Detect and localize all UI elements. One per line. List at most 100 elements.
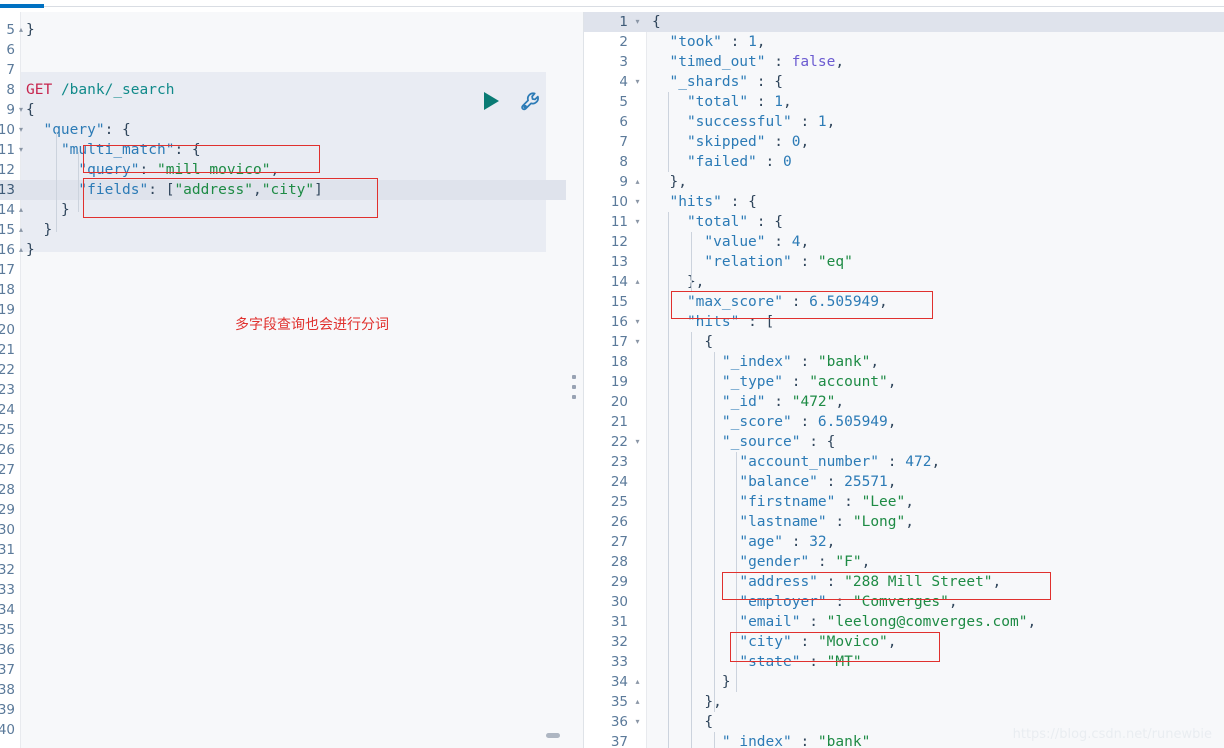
line-number: 10 ▾ <box>0 120 23 140</box>
code-line[interactable]: "fields": ["address","city"] <box>20 180 566 200</box>
code-line[interactable]: "address" : "288 Mill Street", <box>646 572 1224 592</box>
line-number: 8 <box>6 82 15 98</box>
code-line[interactable]: { <box>646 332 1224 352</box>
code-line[interactable]: "failed" : 0 <box>646 152 1224 172</box>
line-number: 23 <box>0 382 15 398</box>
line-number: 19 <box>610 374 628 390</box>
code-line[interactable]: "employer" : "Comverges", <box>646 592 1224 612</box>
code-line[interactable]: "multi_match": { <box>20 140 566 160</box>
response-pane[interactable]: 1 ▾ 2 3 4 ▾ 5 6 7 8 9 ▴ 10 ▾ 11 ▾ 12 13 14 ▴ 15 16 ▾ 17 ▾ 18 19 20 2… <box>584 12 1224 748</box>
fold-toggle-icon[interactable]: ▾ <box>632 432 643 452</box>
code-line[interactable]: { <box>646 12 1224 32</box>
code-line[interactable]: "age" : 32, <box>646 532 1224 552</box>
tab-active-indicator[interactable] <box>0 4 44 8</box>
code-line[interactable]: "_type" : "account", <box>646 372 1224 392</box>
pane-resize-handle[interactable] <box>572 375 578 407</box>
code-line[interactable]: "_index" : "bank", <box>646 352 1224 372</box>
fold-toggle-icon[interactable]: ▾ <box>632 72 643 92</box>
code-line[interactable]: "timed_out" : false, <box>646 52 1224 72</box>
request-editor[interactable]: 5 ▴ 6 7 8 9 ▾ 10 ▾ 11 ▾ 12 13 14 ▴ 15 ▴ 16 ▴ 17 18 19 20 21 22 23… <box>0 12 566 748</box>
fold-toggle-icon[interactable]: ▾ <box>632 212 643 232</box>
line-number: 28 <box>610 554 628 570</box>
line-number: 2 <box>619 34 628 50</box>
response-code[interactable]: { "took" : 1, "timed_out" : false, "_sha… <box>646 12 1224 748</box>
fold-toggle-icon[interactable]: ▾ <box>632 712 643 732</box>
pane-divider[interactable] <box>566 12 584 748</box>
run-request-play-icon[interactable] <box>484 92 499 110</box>
line-number: 18 <box>0 282 15 298</box>
code-line[interactable]: "query": { <box>20 120 566 140</box>
code-line[interactable]: } <box>20 200 566 220</box>
indent-guide <box>691 332 692 748</box>
line-number: 4 ▾ <box>584 72 646 92</box>
code-line[interactable]: "skipped" : 0, <box>646 132 1224 152</box>
line-number: 3 <box>619 54 628 70</box>
code-line[interactable] <box>20 40 566 60</box>
line-number: 26 <box>0 442 15 458</box>
line-number: 22 ▾ <box>584 432 646 452</box>
code-line[interactable]: } <box>646 672 1224 692</box>
code-line[interactable]: } <box>20 220 566 240</box>
line-number: 14 ▴ <box>0 200 23 220</box>
fold-toggle-icon[interactable]: ▾ <box>632 12 643 32</box>
request-scrollbar-thumb[interactable] <box>546 733 560 738</box>
code-line[interactable]: "value" : 4, <box>646 232 1224 252</box>
code-line[interactable]: "lastname" : "Long", <box>646 512 1224 532</box>
code-line[interactable]: "hits" : { <box>646 192 1224 212</box>
line-number: 10 ▾ <box>584 192 646 212</box>
line-number: 21 <box>610 414 628 430</box>
code-line[interactable]: "_shards" : { <box>646 72 1224 92</box>
request-actions[interactable] <box>484 90 554 116</box>
code-line[interactable]: "hits" : [ <box>646 312 1224 332</box>
code-line[interactable]: "balance" : 25571, <box>646 472 1224 492</box>
indent-guide <box>714 352 715 712</box>
code-line[interactable]: "_source" : { <box>646 432 1224 452</box>
line-number: 19 <box>0 302 15 318</box>
code-line[interactable]: "gender" : "F", <box>646 552 1224 572</box>
fold-toggle-icon[interactable]: ▴ <box>632 672 643 692</box>
code-line[interactable]: "relation" : "eq" <box>646 252 1224 272</box>
request-gutter: 5 ▴ 6 7 8 9 ▾ 10 ▾ 11 ▾ 12 13 14 ▴ 15 ▴ 16 ▴ 17 18 19 20 21 22 23… <box>0 12 23 748</box>
code-line[interactable]: }, <box>646 272 1224 292</box>
line-number: 6 <box>619 114 628 130</box>
code-line[interactable]: "total" : { <box>646 212 1224 232</box>
line-number: 38 <box>0 682 15 698</box>
code-line[interactable]: "state" : "MT" <box>646 652 1224 672</box>
code-line[interactable]: "query": "mill movico", <box>20 160 566 180</box>
code-line[interactable]: }, <box>646 172 1224 192</box>
code-line[interactable]: "account_number" : 472, <box>646 452 1224 472</box>
response-editor[interactable]: 1 ▾ 2 3 4 ▾ 5 6 7 8 9 ▴ 10 ▾ 11 ▾ 12 13 14 ▴ 15 16 ▾ 17 ▾ 18 19 20 2… <box>584 12 1224 748</box>
code-line[interactable]: "took" : 1, <box>646 32 1224 52</box>
indent-guide <box>691 232 692 292</box>
line-number: 15 ▴ <box>0 220 23 240</box>
wrench-icon[interactable] <box>519 90 545 122</box>
line-number: 9 ▾ <box>0 100 23 120</box>
request-pane[interactable]: 5 ▴ 6 7 8 9 ▾ 10 ▾ 11 ▾ 12 13 14 ▴ 15 ▴ 16 ▴ 17 18 19 20 21 22 23… <box>0 12 566 748</box>
fold-toggle-icon[interactable]: ▾ <box>632 192 643 212</box>
code-line[interactable]: "max_score" : 6.505949, <box>646 292 1224 312</box>
code-line[interactable]: "firstname" : "Lee", <box>646 492 1224 512</box>
line-number: 40 <box>0 722 15 738</box>
fold-toggle-icon[interactable]: ▴ <box>632 272 643 292</box>
code-line[interactable]: "total" : 1, <box>646 92 1224 112</box>
fold-toggle-icon[interactable]: ▾ <box>632 312 643 332</box>
code-line[interactable] <box>20 60 566 80</box>
fold-toggle-icon[interactable]: ▴ <box>632 172 643 192</box>
line-number: 32 <box>0 562 15 578</box>
line-number: 14 ▴ <box>584 272 646 292</box>
fold-toggle-icon[interactable]: ▾ <box>632 332 643 352</box>
fold-toggle-icon[interactable]: ▴ <box>632 692 643 712</box>
code-line[interactable]: "email" : "leelong@comverges.com", <box>646 612 1224 632</box>
code-line[interactable]: } <box>20 20 566 40</box>
code-line[interactable]: "_score" : 6.505949, <box>646 412 1224 432</box>
line-number: 7 <box>6 62 15 78</box>
code-line[interactable]: "successful" : 1, <box>646 112 1224 132</box>
request-code[interactable]: } GET /bank/_search{ "query": { "multi_m… <box>20 12 566 748</box>
line-number: 9 ▴ <box>584 172 646 192</box>
code-line[interactable]: }, <box>646 692 1224 712</box>
line-number: 12 <box>0 162 15 178</box>
line-number: 26 <box>610 514 628 530</box>
code-line[interactable]: } <box>20 240 566 260</box>
code-line[interactable]: "_id" : "472", <box>646 392 1224 412</box>
code-line[interactable]: "city" : "Movico", <box>646 632 1224 652</box>
